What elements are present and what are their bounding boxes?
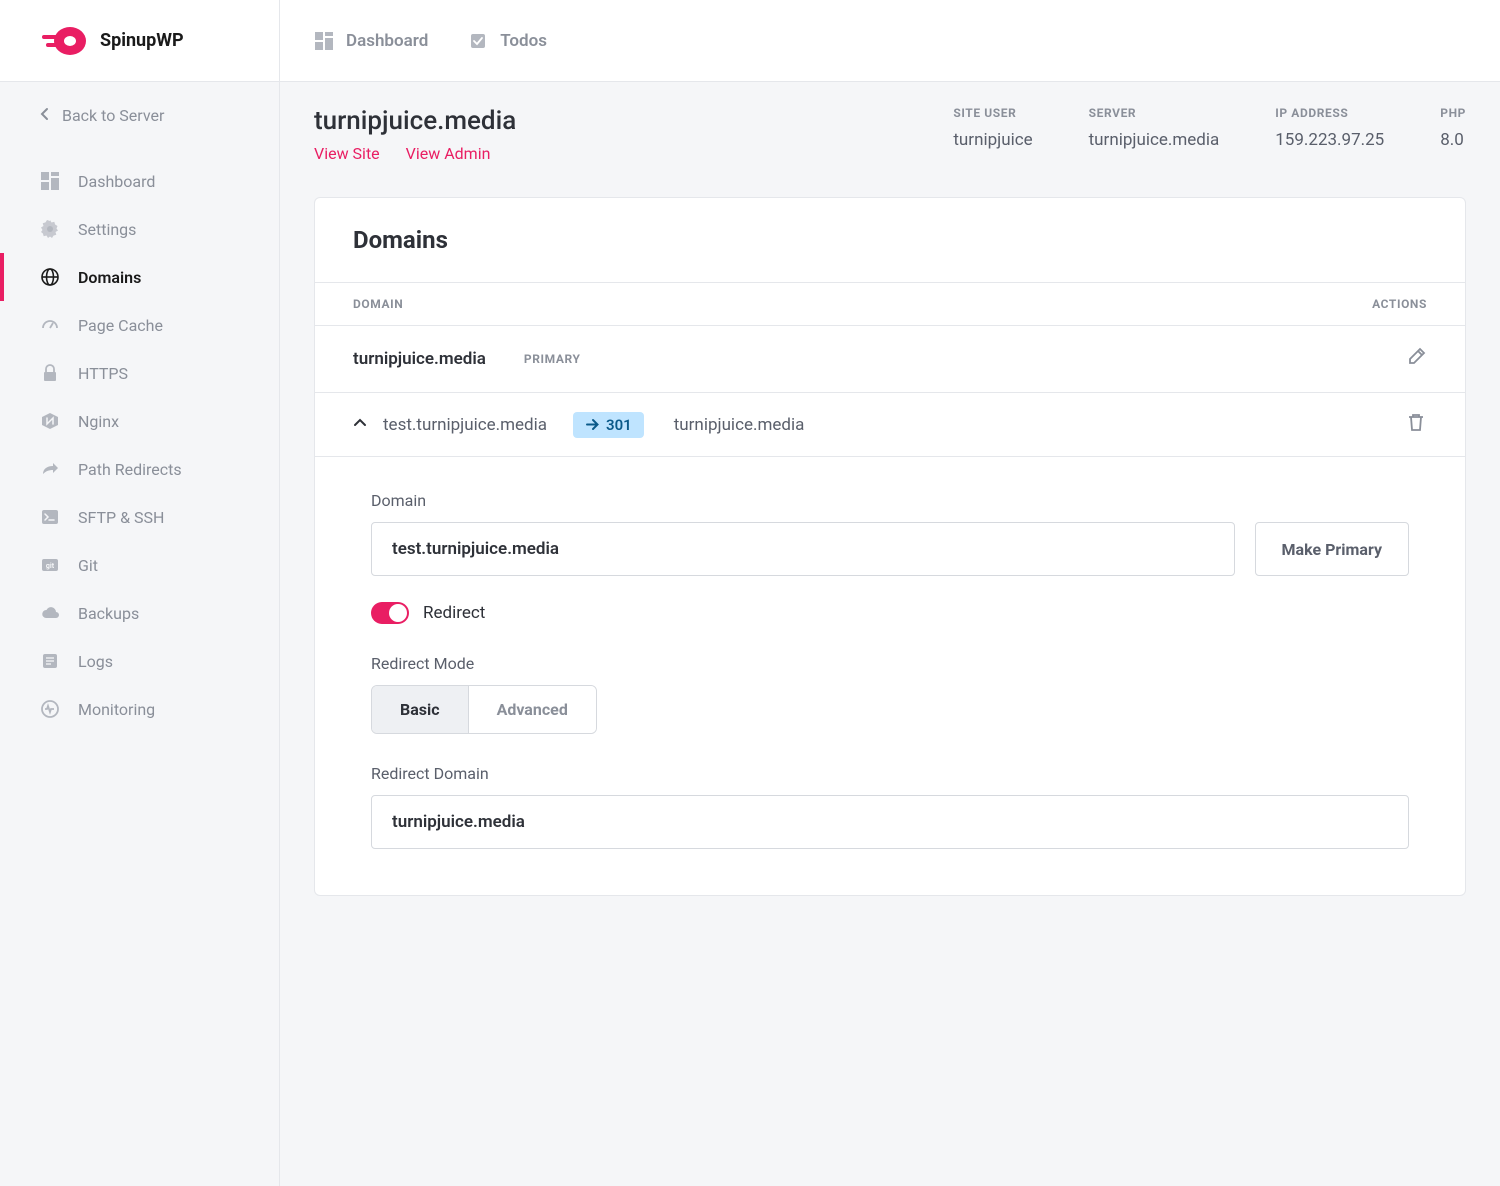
sidebar: SpinupWP Back to Server Dashboard Settin… [0,0,280,1186]
logo-icon [40,25,88,57]
meta-value-ip: 159.223.97.25 [1275,130,1384,150]
redirect-target: turnipjuice.media [674,415,805,435]
redirect-domain-input[interactable] [371,795,1409,849]
site-meta: SITE USER turnipjuice SERVER turnipjuice… [953,106,1466,150]
logo-text: SpinupWP [100,30,184,51]
sidebar-item-label: Dashboard [78,172,155,191]
redirect-source: test.turnipjuice.media [383,415,547,435]
sidebar-item-logs[interactable]: Logs [0,637,279,685]
sidebar-item-path-redirects[interactable]: Path Redirects [0,445,279,493]
meta-value-server: turnipjuice.media [1089,130,1220,150]
sidebar-item-nginx[interactable]: Nginx [0,397,279,445]
sidebar-item-label: Settings [78,220,136,239]
cloud-icon [40,603,60,623]
dashboard-icon [314,31,334,51]
meta-label-php: PHP [1440,106,1466,120]
view-admin-link[interactable]: View Admin [406,144,491,163]
dashboard-icon [40,171,60,191]
sidebar-item-label: SFTP & SSH [78,508,164,527]
sidebar-item-git[interactable]: git Git [0,541,279,589]
card-title: Domains [353,226,1427,254]
meta-label-server: SERVER [1089,106,1220,120]
todos-icon [468,31,488,51]
meta-value-php: 8.0 [1440,130,1466,150]
mode-advanced-button[interactable]: Advanced [469,686,596,733]
col-actions: ACTIONS [1372,297,1427,311]
sidebar-item-label: Page Cache [78,316,163,335]
primary-badge: PRIMARY [524,352,581,366]
main-content: Dashboard Todos turnipjuice.media View S… [280,0,1500,1186]
sidebar-item-label: Logs [78,652,113,671]
redirect-icon [40,459,60,479]
redirect-mode-segmented: Basic Advanced [371,685,597,734]
gear-icon [40,219,60,239]
back-to-server-link[interactable]: Back to Server [0,82,279,149]
logo[interactable]: SpinupWP [0,0,279,82]
sidebar-item-label: Path Redirects [78,460,182,479]
back-link-label: Back to Server [62,106,164,125]
topbar-label: Dashboard [346,31,428,51]
topbar-dashboard[interactable]: Dashboard [314,31,428,51]
topbar-label: Todos [500,31,547,51]
topbar: Dashboard Todos [280,0,1500,82]
redirect-domain-label: Redirect Domain [371,764,1409,783]
sidebar-item-label: Git [78,556,98,575]
sidebar-item-dashboard[interactable]: Dashboard [0,157,279,205]
domain-row-primary: turnipjuice.media PRIMARY [315,326,1465,393]
lock-icon [40,363,60,383]
domains-card: Domains DOMAIN ACTIONS turnipjuice.media… [314,197,1466,896]
topbar-todos[interactable]: Todos [468,31,547,51]
edit-domain-button[interactable] [1405,346,1427,372]
sidebar-nav: Dashboard Settings Domains Page Cache HT… [0,149,279,733]
make-primary-button[interactable]: Make Primary [1255,522,1409,576]
globe-icon [40,267,60,287]
domain-field-label: Domain [371,491,1409,510]
sidebar-item-page-cache[interactable]: Page Cache [0,301,279,349]
domain-row-redirect: test.turnipjuice.media 301 turnipjuice.m… [315,393,1465,457]
sidebar-item-label: Backups [78,604,139,623]
sidebar-item-label: Domains [78,268,141,287]
delete-domain-button[interactable] [1405,411,1427,438]
sidebar-item-monitoring[interactable]: Monitoring [0,685,279,733]
sidebar-item-domains[interactable]: Domains [0,253,279,301]
svg-text:git: git [46,562,55,570]
sidebar-item-sftp-ssh[interactable]: SFTP & SSH [0,493,279,541]
redirect-code-pill: 301 [573,412,644,438]
sidebar-item-label: HTTPS [78,364,128,383]
redirect-toggle-label: Redirect [423,603,485,623]
chevron-left-icon [40,106,50,125]
redirect-mode-label: Redirect Mode [371,654,1409,673]
sidebar-item-https[interactable]: HTTPS [0,349,279,397]
sidebar-item-label: Nginx [78,412,119,431]
sidebar-item-backups[interactable]: Backups [0,589,279,637]
sidebar-item-label: Monitoring [78,700,155,719]
nginx-icon [40,411,60,431]
activity-icon [40,699,60,719]
site-header: turnipjuice.media View Site View Admin S… [280,82,1500,197]
view-site-link[interactable]: View Site [314,144,380,163]
table-header: DOMAIN ACTIONS [315,282,1465,326]
col-domain: DOMAIN [353,297,403,311]
gauge-icon [40,315,60,335]
logs-icon [40,651,60,671]
meta-label-site-user: SITE USER [953,106,1032,120]
git-icon: git [40,555,60,575]
meta-label-ip: IP ADDRESS [1275,106,1384,120]
redirect-code: 301 [606,416,632,434]
edit-panel: Domain Make Primary Redirect Redirect Mo… [315,457,1465,895]
domain-name: turnipjuice.media [353,349,486,369]
meta-value-site-user: turnipjuice [953,130,1032,150]
mode-basic-button[interactable]: Basic [372,686,469,733]
site-title: turnipjuice.media [314,106,516,136]
terminal-icon [40,507,60,527]
chevron-up-icon[interactable] [353,415,367,435]
sidebar-item-settings[interactable]: Settings [0,205,279,253]
domain-input[interactable] [371,522,1235,576]
redirect-toggle[interactable] [371,602,409,624]
